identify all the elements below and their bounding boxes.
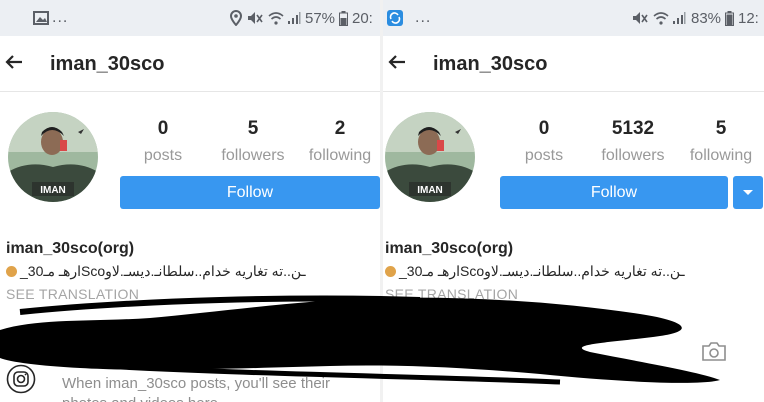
stat-following[interactable]: 2 following [300, 118, 380, 165]
location-icon [230, 10, 242, 26]
back-arrow-icon[interactable] [2, 50, 26, 74]
posts-count: 0 [157, 118, 169, 139]
see-translation-link[interactable]: SEE TRANSLATION [6, 286, 139, 302]
profile-header: iman_30sco [0, 36, 380, 92]
battery-percent: 83% [691, 10, 722, 27]
instagram-camera-icon [6, 364, 36, 394]
wifi-icon [653, 12, 669, 25]
back-arrow-icon[interactable] [385, 50, 409, 74]
followers-count: 5132 [611, 118, 655, 139]
following-label: following [308, 147, 372, 164]
avatar[interactable]: IMAN [8, 112, 98, 202]
profile-photo: IMAN [385, 112, 475, 202]
following-label: following [689, 147, 753, 164]
followers-count: 5 [247, 118, 259, 139]
mute-icon [248, 12, 263, 24]
right-screenshot: ... 83% 12: iman_30sco IMAN 0 posts 5132… [383, 0, 764, 402]
signal-icon [288, 12, 301, 24]
status-bar: ... 83% 12: [383, 0, 764, 36]
followers-label: followers [601, 147, 665, 164]
profile-username: iman_30sco [50, 53, 165, 75]
suggestions-dropdown-button[interactable] [733, 176, 763, 209]
profile-header: iman_30sco [383, 36, 764, 92]
following-count: 5 [715, 118, 727, 139]
chevron-down-icon [743, 190, 753, 195]
full-name: iman_30sco(org) [385, 240, 514, 257]
signal-icon [673, 12, 686, 24]
sync-app-icon [387, 10, 403, 26]
posts-label: posts [524, 147, 564, 164]
status-bar: ... 57% 20: [0, 0, 380, 36]
bio-text: _ارهـ مـ30Scoـن..ته تغاريه خدام..سلطانـ.… [399, 263, 685, 279]
stat-followers[interactable]: 5 followers [213, 118, 293, 165]
avatar-caption: IMAN [40, 185, 66, 196]
follow-button[interactable]: Follow [120, 176, 380, 209]
profile-username: iman_30sco [433, 53, 548, 75]
camera-icon[interactable] [701, 340, 727, 362]
avatar-caption: IMAN [417, 185, 443, 196]
profile-photo: IMAN [8, 112, 98, 202]
gallery-icon [33, 11, 49, 25]
clock: 20: [352, 10, 373, 27]
bio-text: _ارهـ مـ30Scoـن..ته تغاريه خدام..سلطانـ.… [20, 263, 306, 279]
posts-count: 0 [538, 118, 550, 139]
stat-following[interactable]: 5 following [681, 118, 761, 165]
battery-icon [725, 11, 734, 26]
mute-icon [633, 12, 648, 24]
clock: 12: [738, 10, 759, 27]
stat-posts[interactable]: 0 posts [504, 118, 584, 165]
wifi-icon [268, 12, 284, 25]
follow-button[interactable]: Follow [500, 176, 728, 209]
stat-followers[interactable]: 5132 followers [593, 118, 673, 165]
status-dots: ... [415, 9, 432, 26]
followers-label: followers [221, 147, 285, 164]
stat-posts[interactable]: 0 posts [123, 118, 203, 165]
battery-icon [339, 11, 348, 26]
full-name: iman_30sco(org) [6, 240, 135, 257]
emoji-icon [6, 266, 17, 277]
emoji-icon [385, 266, 396, 277]
status-dots: ... [52, 9, 69, 26]
avatar[interactable]: IMAN [385, 112, 475, 202]
posts-label: posts [143, 147, 183, 164]
see-translation-link[interactable]: SEE TRANSLATION [385, 286, 518, 302]
following-count: 2 [334, 118, 346, 139]
empty-posts-message: When iman_30sco posts, you'll see their … [62, 375, 331, 402]
battery-percent: 57% [305, 10, 336, 27]
left-screenshot: ... 57% 20: iman_30sco IMAN 0 posts 5 fo… [0, 0, 380, 402]
